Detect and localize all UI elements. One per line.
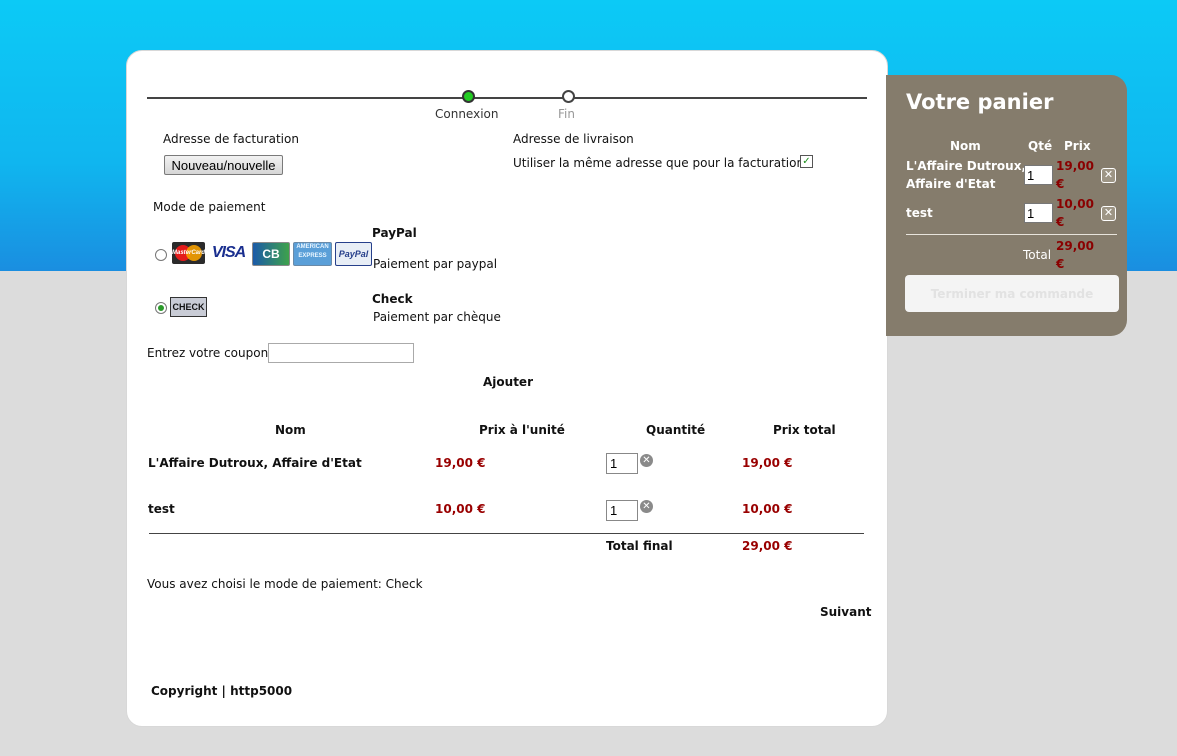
cart-panel: Votre panier Nom Qté Prix L'Affaire Dutr… (886, 75, 1127, 336)
cb-logo: CB (252, 242, 290, 266)
billing-address-label: Adresse de facturation (163, 132, 299, 146)
table-divider (149, 533, 864, 534)
next-button[interactable]: Suivant (820, 605, 872, 619)
check-name: Check (372, 292, 413, 306)
cart-total-line1: 29,00 (1056, 239, 1094, 253)
step-fin-dot (562, 90, 575, 103)
check-desc: Paiement par chèque (373, 310, 501, 324)
row-2-name: test (148, 502, 175, 516)
final-total-label: Total final (606, 539, 673, 553)
cart-header-name: Nom (950, 139, 981, 153)
cart-total-line2: € (1056, 257, 1065, 271)
coupon-input[interactable] (268, 343, 414, 363)
amex-logo: AMERICAN EXPRESS (293, 242, 332, 266)
paypal-name: PayPal (372, 226, 417, 240)
final-total-value: 29,00 € (742, 539, 793, 553)
paypal-radio[interactable] (155, 249, 167, 261)
check-logo: CHECK (170, 297, 207, 317)
row-2-remove-icon[interactable]: ✕ (640, 500, 653, 513)
cart-item-1-name-line1: L'Affaire Dutroux, (906, 159, 1027, 173)
cart-item-2-qty-input[interactable] (1024, 203, 1053, 223)
cart-item-1-price-line2: € (1056, 177, 1065, 191)
progress-line (147, 97, 867, 99)
col-header-name: Nom (275, 423, 306, 437)
footer-copyright: Copyright | http5000 (151, 684, 293, 698)
cart-item-1-price-line1: 19,00 (1056, 159, 1094, 173)
new-address-button[interactable]: Nouveau/nouvelle (164, 155, 283, 175)
cart-item-2-remove-icon[interactable]: ✕ (1101, 206, 1116, 221)
payment-mode-label: Mode de paiement (153, 200, 266, 214)
step-connexion-label: Connexion (435, 107, 499, 121)
cart-item-2-name: test (906, 206, 933, 220)
shipping-address-label: Adresse de livraison (513, 132, 634, 146)
chosen-payment-text: Vous avez choisi le mode de paiement: Ch… (147, 577, 423, 591)
cart-header-qty: Qté (1028, 139, 1053, 153)
step-connexion-dot (462, 90, 475, 103)
cart-item-2-price-line1: 10,00 (1056, 197, 1094, 211)
cart-total-label: Total (1023, 248, 1052, 262)
same-address-label: Utiliser la même adresse que pour la fac… (513, 156, 805, 170)
coupon-label: Entrez votre coupon (147, 346, 269, 360)
visa-logo: VISA (211, 244, 246, 261)
cart-item-1-name-line2: Affaire d'Etat (906, 177, 996, 191)
cart-header-price: Prix (1064, 139, 1091, 153)
check-radio[interactable] (155, 302, 167, 314)
row-1-name: L'Affaire Dutroux, Affaire d'Etat (148, 456, 362, 470)
col-header-quantity: Quantité (646, 423, 706, 437)
step-fin-label: Fin (558, 107, 575, 121)
paypal-desc: Paiement par paypal (373, 257, 498, 271)
mastercard-logo: MasterCard (172, 242, 205, 264)
same-address-checkbox[interactable]: ✓ (800, 155, 813, 168)
cart-item-2-price-line2: € (1056, 215, 1065, 229)
cart-item-1-qty-input[interactable] (1024, 165, 1053, 185)
row-1-quantity-input[interactable] (606, 453, 638, 474)
cart-divider (906, 234, 1117, 235)
checkout-panel: Connexion Fin Adresse de facturation Nou… (126, 50, 888, 727)
row-2-quantity-input[interactable] (606, 500, 638, 521)
row-1-total: 19,00 € (742, 456, 793, 470)
row-2-total: 10,00 € (742, 502, 793, 516)
paypal-logo: PayPal (335, 242, 372, 266)
col-header-unit-price: Prix à l'unité (479, 423, 565, 437)
row-2-unit-price: 10,00 € (435, 502, 486, 516)
cart-item-1-remove-icon[interactable]: ✕ (1101, 168, 1116, 183)
add-coupon-button[interactable]: Ajouter (483, 375, 533, 389)
finish-order-button[interactable]: Terminer ma commande (905, 275, 1119, 312)
cart-title: Votre panier (906, 90, 1054, 114)
row-1-unit-price: 19,00 € (435, 456, 486, 470)
row-1-remove-icon[interactable]: ✕ (640, 454, 653, 467)
col-header-total: Prix total (773, 423, 836, 437)
